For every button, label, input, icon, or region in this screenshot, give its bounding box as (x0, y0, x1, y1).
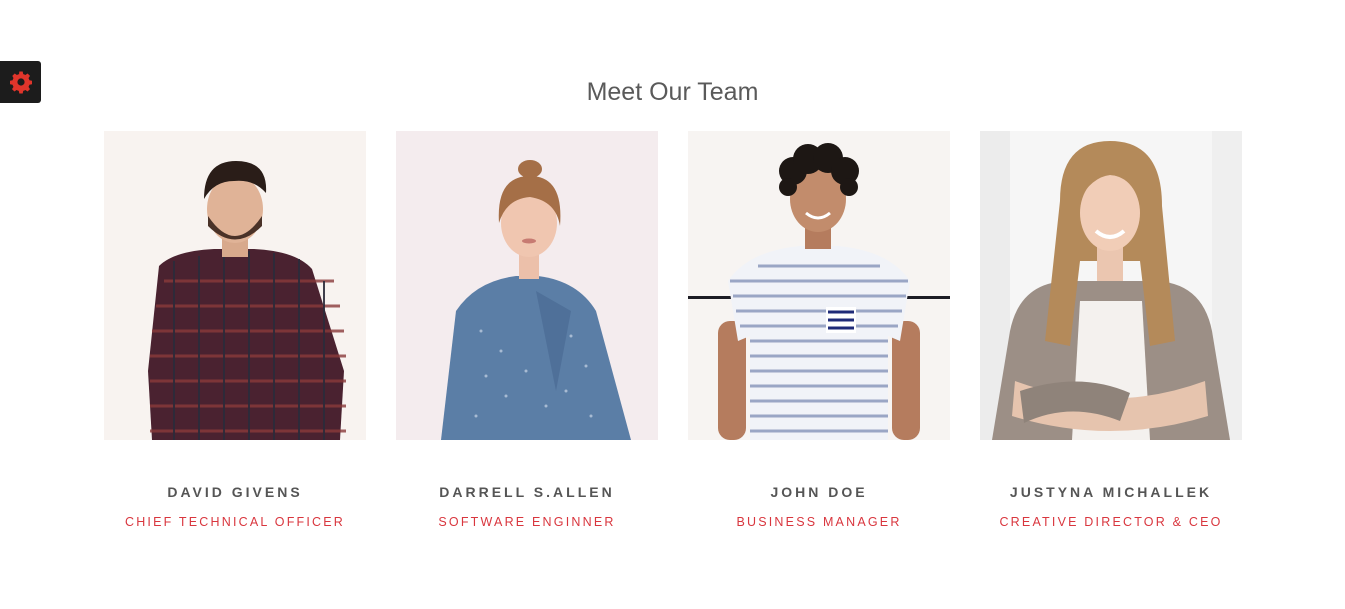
team-grid: DAVID GIVENS CHIEF TECHNICAL OFFICER DAR… (104, 131, 1242, 529)
member-name: JUSTYNA MICHALLEK (1009, 484, 1213, 500)
team-member-card: JOHN DOE BUSINESS MANAGER (688, 131, 950, 529)
member-photo (396, 131, 658, 440)
member-photo (980, 131, 1242, 440)
team-member-card: DAVID GIVENS CHIEF TECHNICAL OFFICER (104, 131, 366, 529)
team-member-card: DARRELL S.ALLEN SOFTWARE ENGINNER (396, 131, 658, 529)
member-name: DAVID GIVENS (167, 484, 303, 500)
member-name: JOHN DOE (770, 484, 868, 500)
member-role: CREATIVE DIRECTOR & CEO (999, 515, 1223, 529)
team-page: Meet Our Team DAVID GIVENS CHIEF TECHNIC… (0, 0, 1345, 609)
member-role: SOFTWARE ENGINNER (438, 515, 616, 529)
member-role: CHIEF TECHNICAL OFFICER (124, 515, 346, 529)
member-name: DARRELL S.ALLEN (439, 484, 615, 500)
section-title: Meet Our Team (586, 78, 759, 106)
team-member-card: JUSTYNA MICHALLEK CREATIVE DIRECTOR & CE… (980, 131, 1242, 529)
member-role: BUSINESS MANAGER (736, 515, 902, 529)
member-photo (688, 131, 950, 440)
member-photo (104, 131, 366, 440)
